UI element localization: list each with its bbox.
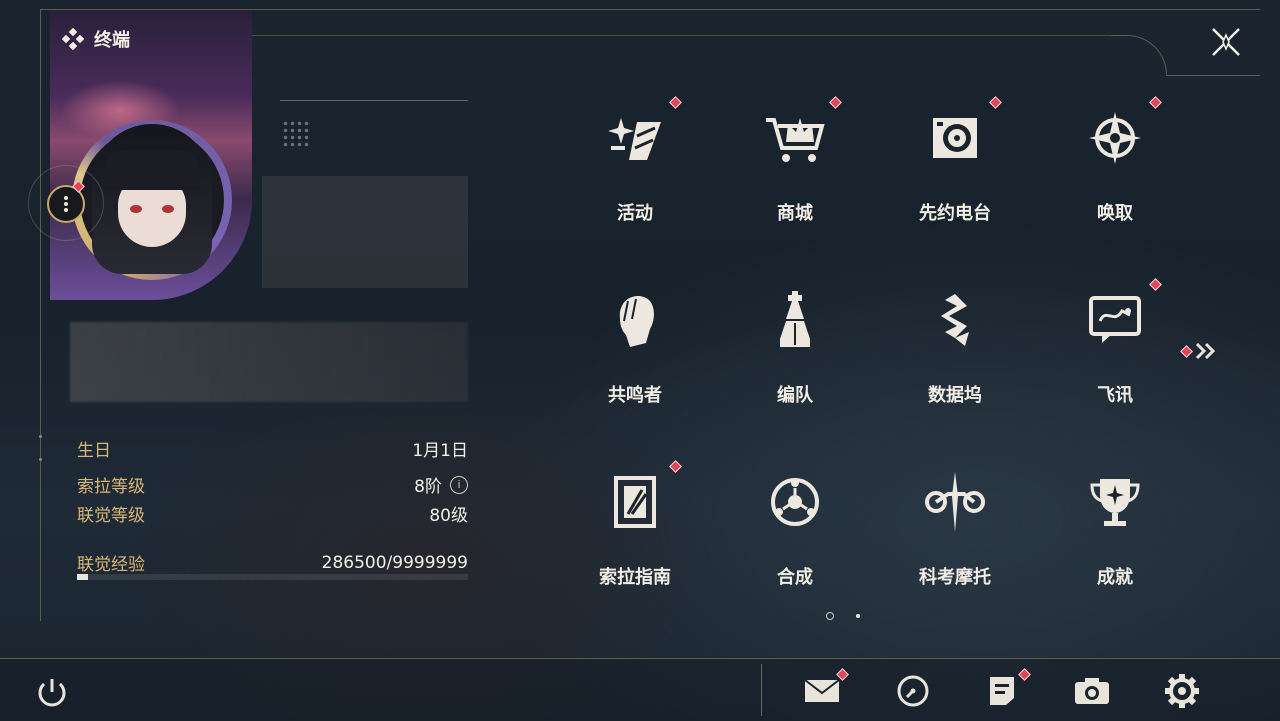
- stat-value: 286500/9999999: [321, 552, 468, 573]
- settings-button[interactable]: [1160, 670, 1204, 712]
- double-chevron-right-icon: [1195, 342, 1216, 360]
- sparkle-icon: [600, 107, 670, 169]
- page-dot-active[interactable]: [826, 612, 834, 620]
- time-button[interactable]: [891, 670, 935, 712]
- stat-union-exp: 联觉经验 286500/9999999: [77, 550, 468, 576]
- notification-badge: [1149, 278, 1162, 291]
- menu-item-label: 成就: [1097, 567, 1133, 588]
- chess-pieces-icon: [760, 289, 830, 351]
- clock-icon: [897, 675, 929, 707]
- notification-badge: [989, 96, 1002, 109]
- stat-value: 1月1日: [412, 441, 468, 461]
- menu-item-label: 先约电台: [919, 203, 991, 224]
- page-indicator: [826, 612, 860, 620]
- compass-star-icon: [1080, 107, 1150, 169]
- synthesis-icon: [760, 471, 830, 533]
- data-dock-icon: [920, 289, 990, 351]
- menu-item-character-head[interactable]: 共鸣者: [555, 277, 715, 407]
- menu-item-label: 科考摩托: [919, 567, 991, 588]
- stat-label: 联觉等级: [77, 506, 145, 526]
- stat-sol-level: 索拉等级 8阶 i: [77, 472, 468, 497]
- frame-inner-line: [215, 35, 1110, 36]
- stat-union-level: 联觉等级 80级: [77, 501, 468, 526]
- stat-birthday: 生日 1月1日: [77, 436, 468, 461]
- menu-item-label: 唤取: [1097, 203, 1133, 224]
- mail-button[interactable]: [800, 668, 849, 712]
- frame-left-line: [40, 9, 41, 621]
- menu-item-label: 编队: [777, 385, 813, 406]
- mail-icon: [804, 679, 840, 702]
- trophy-icon: [1080, 471, 1150, 533]
- menu-item-label: 合成: [777, 567, 813, 588]
- notification-badge: [669, 460, 682, 473]
- menu-item-trophy[interactable]: 成就: [1035, 459, 1195, 589]
- close-button[interactable]: [1206, 22, 1246, 62]
- camera-icon: [1075, 678, 1109, 704]
- info-icon[interactable]: i: [450, 475, 468, 494]
- notification-badge: [1149, 96, 1162, 109]
- more-dots-icon: [64, 196, 68, 212]
- decor-dot-grid: [282, 120, 310, 148]
- menu-item-label: 飞讯: [1097, 385, 1133, 406]
- exp-progress-track: [77, 574, 468, 580]
- radio-icon: [920, 107, 990, 169]
- menu-item-synthesis[interactable]: 合成: [715, 459, 875, 589]
- next-page-button[interactable]: [1178, 338, 1222, 364]
- notice-icon: [990, 677, 1014, 705]
- avatar-eye: [130, 205, 142, 213]
- menu-item-chess-pieces[interactable]: 编队: [715, 277, 875, 407]
- frame-tick: [39, 435, 42, 438]
- menu-item-sparkle[interactable]: 活动: [555, 95, 715, 225]
- title-text: 终端: [94, 30, 130, 51]
- settings-icon: [1165, 674, 1199, 708]
- menu-item-compass-star[interactable]: 唤取: [1035, 95, 1195, 225]
- close-icon: [1212, 28, 1240, 56]
- menu-item-motorbike[interactable]: 科考摩托: [875, 459, 1035, 589]
- camera-button[interactable]: [1070, 670, 1114, 712]
- stat-value: 80级: [429, 506, 468, 526]
- stat-label: 生日: [77, 441, 111, 461]
- stat-label: 索拉等级: [77, 477, 145, 497]
- character-head-icon: [600, 289, 670, 351]
- menu-item-label: 索拉指南: [599, 567, 671, 588]
- exp-progress-fill: [77, 574, 88, 580]
- bottom-bar-divider: [761, 664, 762, 716]
- terminal-diamond-icon: [62, 28, 84, 50]
- avatar-bangs: [104, 150, 200, 190]
- page-title: 终端: [62, 26, 130, 52]
- signature-blurred: [262, 176, 468, 288]
- frame-tick: [39, 458, 42, 461]
- avatar-eye: [162, 205, 174, 213]
- frame-corner: [1110, 35, 1167, 76]
- next-page-badge: [1180, 344, 1193, 358]
- menu-item-label: 数据坞: [928, 385, 982, 406]
- stat-value: 8阶: [414, 477, 442, 497]
- menu-item-radio[interactable]: 先约电台: [875, 95, 1035, 225]
- guide-book-icon: [600, 471, 670, 533]
- message-icon: [1080, 289, 1150, 351]
- menu-item-label: 商城: [777, 203, 813, 224]
- power-button[interactable]: [32, 672, 72, 712]
- menu-item-shop-cart[interactable]: 商城: [715, 95, 875, 225]
- menu-item-label: 共鸣者: [608, 385, 662, 406]
- menu-item-message[interactable]: 飞讯: [1035, 277, 1195, 407]
- power-icon: [38, 679, 66, 707]
- menu-item-label: 活动: [617, 203, 653, 224]
- player-name-blurred[interactable]: [70, 322, 468, 402]
- notification-badge: [669, 96, 682, 109]
- stat-label: 联觉经验: [77, 555, 145, 575]
- menu-item-data-dock[interactable]: 数据坞: [875, 277, 1035, 407]
- page-dot[interactable]: [856, 614, 860, 618]
- frame-right-line: [1166, 75, 1260, 76]
- notice-button[interactable]: [980, 668, 1031, 712]
- motorbike-icon: [920, 471, 990, 533]
- notification-badge: [829, 96, 842, 109]
- shop-cart-icon: [760, 107, 830, 169]
- decor-line: [280, 100, 468, 101]
- menu-item-guide-book[interactable]: 索拉指南: [555, 459, 715, 589]
